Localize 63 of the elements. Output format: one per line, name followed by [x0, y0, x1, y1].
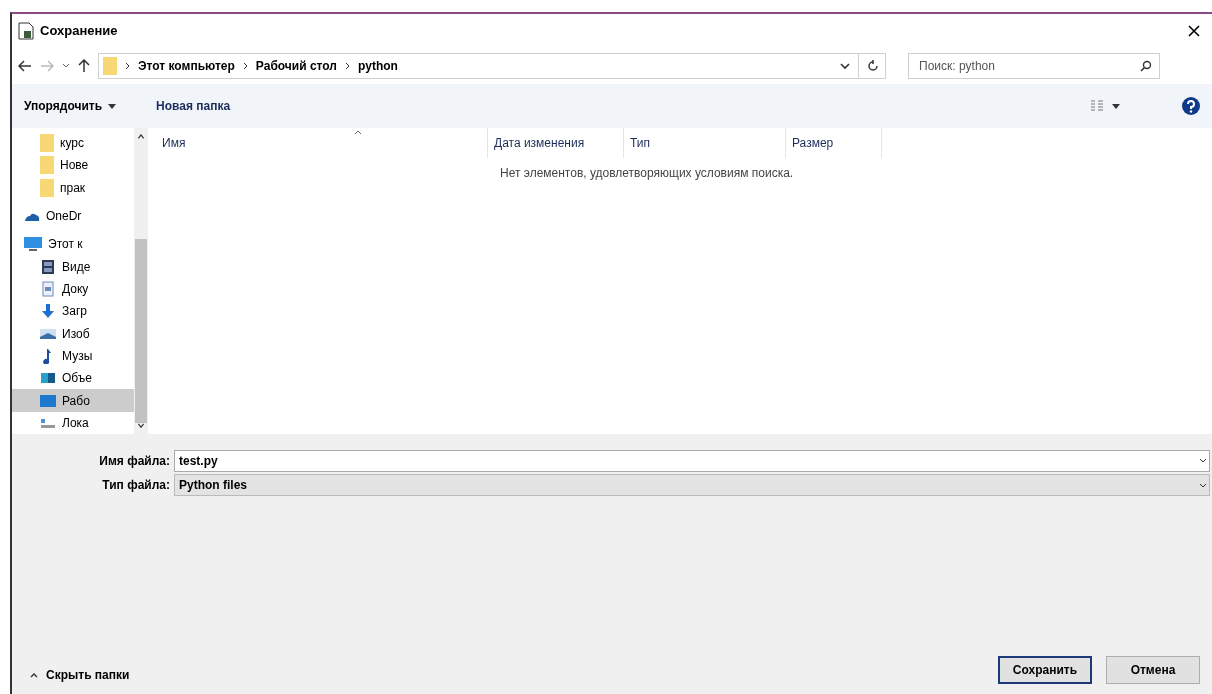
sidebar-item[interactable]: Загр [12, 300, 134, 323]
chevron-down-icon[interactable] [840, 62, 850, 70]
breadcrumb[interactable]: python [357, 57, 398, 75]
filename-field[interactable]: test.py [174, 450, 1210, 472]
caret-icon [1112, 103, 1120, 109]
address-bar[interactable]: Этот компьютер Рабочий стол python [98, 53, 886, 79]
chevron-down-icon [1199, 482, 1207, 488]
sidebar-item[interactable]: Музы [12, 344, 134, 368]
folder-icon [40, 178, 54, 197]
film-icon [40, 258, 56, 275]
close-icon [1188, 25, 1200, 37]
monitor-icon [24, 236, 42, 253]
sidebar-item[interactable]: курс [12, 132, 134, 155]
refresh-icon[interactable] [867, 60, 879, 72]
sidebar-item[interactable]: Доку [12, 277, 134, 301]
sidebar-item[interactable]: Этот к [12, 233, 134, 256]
back-arrow-icon[interactable] [18, 60, 32, 72]
desktop-icon [40, 392, 56, 409]
sidebar-item[interactable]: Объе [12, 367, 134, 390]
filename-label: Имя файла: [98, 453, 171, 470]
list-view-icon [1090, 100, 1104, 112]
search-icon [1140, 60, 1152, 72]
download-arrow-icon [40, 303, 56, 320]
hide-folders-toggle[interactable]: Скрыть папки [30, 666, 130, 684]
breadcrumb[interactable]: Рабочий стол [255, 57, 337, 75]
sidebar-item[interactable]: Нове [12, 154, 134, 177]
view-options-button[interactable] [1090, 100, 1120, 112]
empty-message: Нет элементов, удовлетворяющих условиям поиска. [500, 165, 795, 182]
organize-menu-button[interactable]: Упорядочить [24, 97, 116, 115]
chevron-right-icon[interactable] [125, 62, 130, 70]
up-arrow-icon[interactable] [78, 59, 90, 73]
folder-icon [103, 57, 117, 75]
file-type-label: Тип файла: [101, 477, 171, 494]
window-title: Сохранение [40, 22, 118, 41]
new-folder-button[interactable]: Новая папка [156, 97, 231, 115]
dialog-button[interactable]: Отмена [1106, 656, 1200, 684]
sidebar-item[interactable]: Лока [12, 411, 134, 435]
chevron-right-icon[interactable] [344, 62, 350, 70]
chevron-down-icon[interactable] [62, 63, 70, 69]
column-header[interactable]: Имя [148, 128, 488, 158]
breadcrumb[interactable]: Этот компьютер [138, 57, 235, 75]
document-icon [40, 281, 56, 298]
scrollbar[interactable] [134, 128, 148, 434]
folder-icon [40, 156, 54, 175]
dialog-button[interactable]: Сохранить [998, 656, 1092, 684]
file-type-dropdown[interactable]: Python files [174, 474, 1210, 496]
folder-icon [40, 134, 54, 153]
document-icon [18, 22, 34, 40]
sidebar-item[interactable]: прак [12, 176, 134, 199]
help-icon[interactable] [1182, 97, 1200, 115]
sidebar-item[interactable]: Виде [12, 255, 134, 278]
chevron-down-icon[interactable] [1199, 458, 1207, 463]
sidebar-item[interactable]: Рабо [12, 389, 134, 412]
search-field[interactable]: Поиск: python [908, 53, 1160, 79]
sidebar-item[interactable]: OneDr [12, 204, 134, 228]
column-header[interactable]: Дата изменения [488, 128, 624, 158]
chevron-right-icon[interactable] [242, 62, 248, 70]
sidebar-item[interactable]: Изоб [12, 322, 134, 345]
caret-icon [108, 103, 116, 109]
column-header[interactable]: Тип [624, 128, 786, 158]
scrollbar-thumb[interactable] [135, 239, 147, 423]
column-header[interactable]: Размер [786, 128, 882, 158]
chevron-up-icon [30, 672, 38, 678]
